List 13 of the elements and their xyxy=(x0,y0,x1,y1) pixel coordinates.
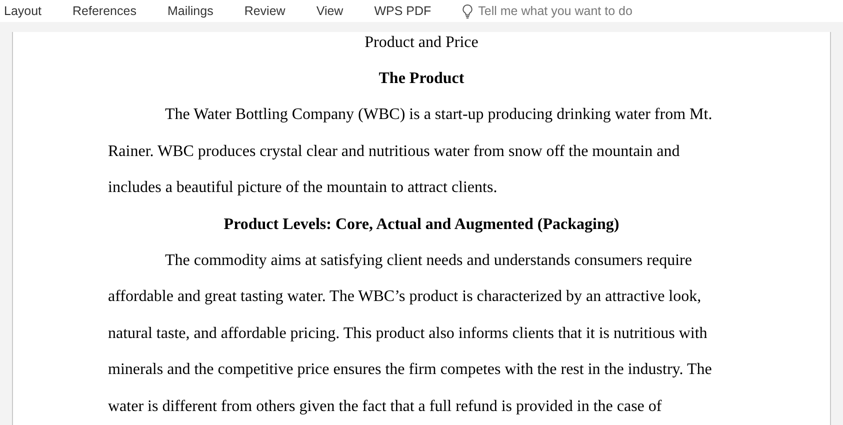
tell-me-search-field[interactable]: Tell me what you want to do xyxy=(478,2,678,20)
section-heading: Product Levels: Core, Actual and Augmented (Packaging) xyxy=(222,214,620,234)
ribbon-tab[interactable]: Review xyxy=(244,4,286,18)
document-title: Product and Price xyxy=(364,33,480,53)
ribbon-tab[interactable]: Layout xyxy=(4,4,42,18)
section-heading: The Product xyxy=(378,69,466,89)
ribbon-tab[interactable]: WPS PDF xyxy=(374,4,432,18)
body-paragraph: The commodity aims at satisfying client needs and understands consumers require affordable and great tasting water. The WBC’s product is characterized by an attractive look, natural taste, and affordable pricing. This product also informs clients that it is nutritious with minerals and the competitive price ensures the firm competes with the rest in the industry. The water is different from others given the fact that a full refund is provided in the case of xyxy=(108,250,713,416)
lightbulb-icon xyxy=(462,4,474,18)
ribbon-tab[interactable]: References xyxy=(72,4,136,18)
ribbon-tab[interactable]: Mailings xyxy=(167,4,214,18)
ribbon-tab[interactable]: View xyxy=(316,4,344,18)
body-paragraph: The Water Bottling Company (WBC) is a start-up producing drinking water from Mt. Rainer. WBC produces crystal clear and nutritious water from snow off the mountain and includes a beautiful picture of the mountain to attract clients. xyxy=(108,105,714,198)
